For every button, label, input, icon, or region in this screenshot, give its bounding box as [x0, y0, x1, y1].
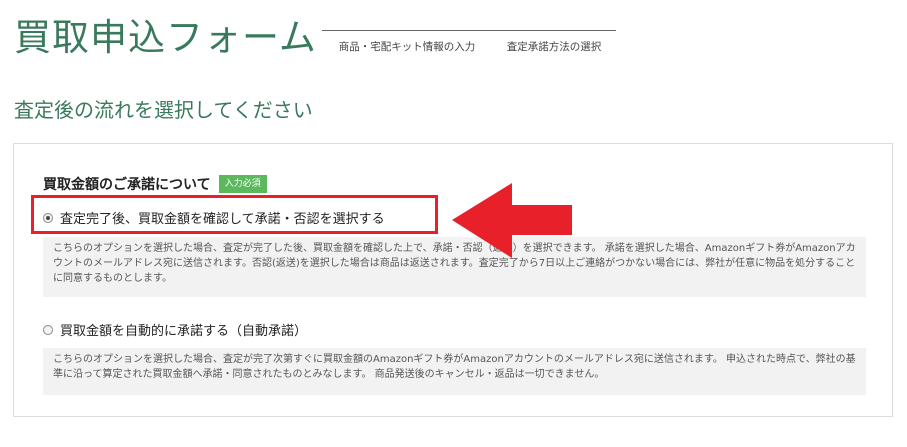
option-auto-approval[interactable]: 買取金額を自動的に承諾する（自動承諾）: [43, 320, 307, 339]
progress-steps: 商品・宅配キット情報の入力 査定承諾方法の選択: [322, 30, 616, 54]
step-item-approval-method: 査定承諾方法の選択: [492, 30, 616, 54]
auto-approval-label: 買取金額を自動的に承諾する（自動承諾）: [60, 324, 308, 339]
auto-approval-description: こちらのオプションを選択した場合、査定が完了次第すぐに買取金額のAmazonギフ…: [43, 348, 866, 395]
section-heading: 査定後の流れを選択してください: [14, 98, 313, 122]
step-item-product-info: 商品・宅配キット情報の入力: [322, 30, 492, 54]
required-badge: 入力必須: [218, 175, 267, 193]
auto-approval-radio[interactable]: [43, 324, 53, 335]
approval-section-title: 買取金額のご承諾について 入力必須: [43, 174, 267, 194]
page-title: 買取申込フォーム: [14, 16, 317, 59]
red-arrow-icon: [452, 183, 572, 258]
approval-section-title-text: 買取金額のご承諾について: [43, 177, 211, 193]
highlight-box: [31, 195, 438, 234]
